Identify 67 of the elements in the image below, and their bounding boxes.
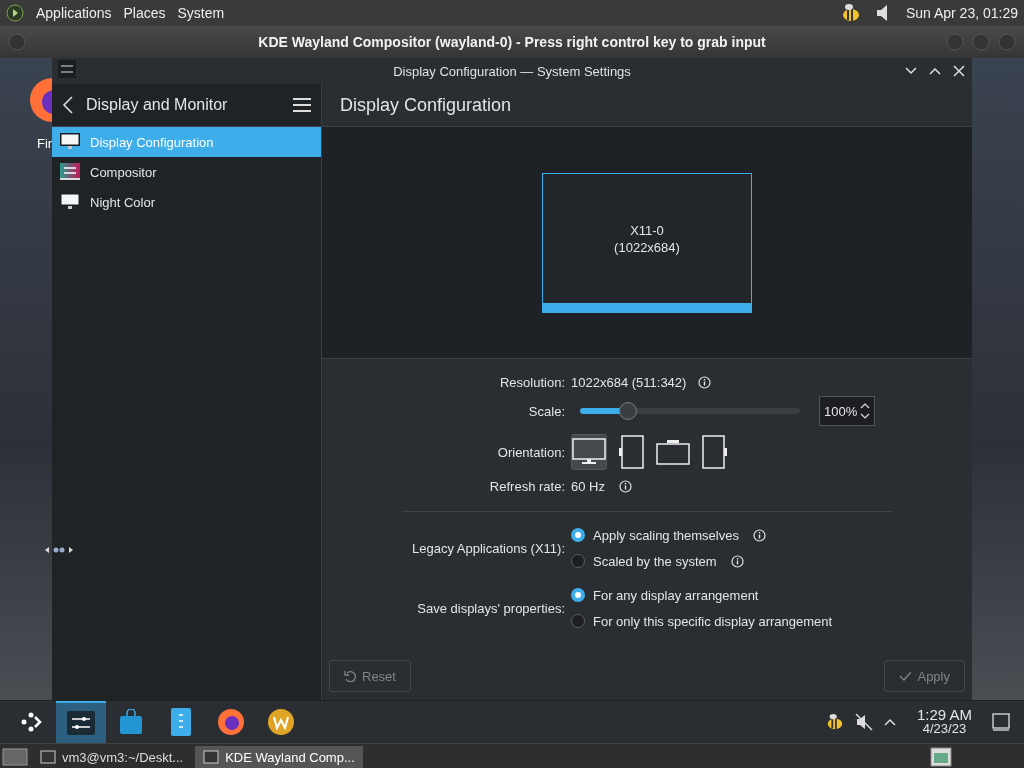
sidebar-title: Display and Monitor [86,96,228,114]
info-icon[interactable] [698,375,712,389]
field-label: Orientation: [496,444,565,460]
show-desktop-icon[interactable] [992,713,1010,731]
radio-button[interactable] [571,614,585,628]
page-title: Display Configuration [340,94,512,116]
monitor-icon [572,438,606,466]
muted-speaker-icon[interactable] [854,713,873,731]
clock[interactable]: Sun Apr 23, 01:29 [905,5,1018,21]
radio-label[interactable]: Scaled by the system [593,553,717,569]
spin-arrows-icon [860,402,871,420]
sliders-icon [60,163,80,181]
radio-button[interactable] [571,588,585,602]
field-label: Resolution: [498,374,565,390]
radio-button[interactable] [571,554,585,568]
monitor-icon [60,193,80,211]
slider-thumb[interactable] [619,402,638,420]
window-icon [203,750,220,764]
taskbar-button[interactable]: vm3@vm3:~/Deskt... [32,746,192,768]
menu-item[interactable]: System [177,5,225,21]
sliders-icon[interactable] [58,60,76,78]
portrait-monitor-icon [702,435,728,469]
field-label: Legacy Applications (X11): [411,540,565,556]
radio-button[interactable] [571,528,585,542]
window-title: Display Configuration — System Settings [393,63,631,79]
portrait-monitor-icon [618,435,644,469]
refresh-rate-value: 60 Hz [571,478,605,494]
menu-icon[interactable] [293,98,311,112]
output-resolution: (1022x684) [614,238,680,256]
sidebar-item[interactable]: Night Color [52,187,321,217]
undo-icon [344,670,356,682]
panel-date[interactable]: 4/23/23 [922,722,967,736]
field-label: Save displays' properties: [416,600,565,616]
info-icon[interactable] [730,554,744,568]
monitor-icon [60,133,80,151]
scale-spinbox[interactable]: 100% [819,396,876,426]
window-title: KDE Wayland Compositor (wayland-0) - Press right control key to grab input [258,34,766,50]
resize-handle-icon[interactable] [45,546,73,554]
resolution-value: 1022x684 (511:342) [571,374,687,390]
task-button[interactable] [56,701,106,743]
firefox-icon[interactable] [217,708,245,736]
panel-clock[interactable]: 1:29 AM [916,708,972,722]
desktop-icon-label[interactable]: Fir [37,136,53,151]
info-icon[interactable] [618,479,632,493]
shopping-bag-icon[interactable] [119,709,143,735]
back-icon[interactable] [62,96,76,114]
w-logo-icon[interactable] [267,708,295,736]
radio-label[interactable]: Apply scaling themselves [593,527,739,543]
taskbar-button[interactable]: KDE Wayland Comp... [195,746,363,768]
inverted-monitor-icon [656,439,690,465]
display-output[interactable]: X11-0 (1022x684) [542,173,752,313]
output-name: X11-0 [630,221,664,239]
menu-item[interactable]: Applications [36,5,112,21]
settings-icon[interactable] [67,711,95,735]
workspace-icon[interactable] [930,747,952,767]
radio-label[interactable]: For any display arrangement [593,587,759,603]
menu-item[interactable]: Places [123,5,166,21]
field-label: Refresh rate: [488,478,565,494]
field-label: Scale: [527,403,565,419]
window-icon [40,750,56,764]
checkmark-icon [899,670,912,682]
sidebar-item[interactable]: Compositor [52,157,321,187]
orientation-button[interactable] [571,434,607,470]
show-desktop-icon[interactable] [2,747,28,767]
close-icon[interactable] [952,64,966,78]
radio-label[interactable]: For only this specific display arrangement [593,613,833,629]
info-icon[interactable] [752,528,766,542]
